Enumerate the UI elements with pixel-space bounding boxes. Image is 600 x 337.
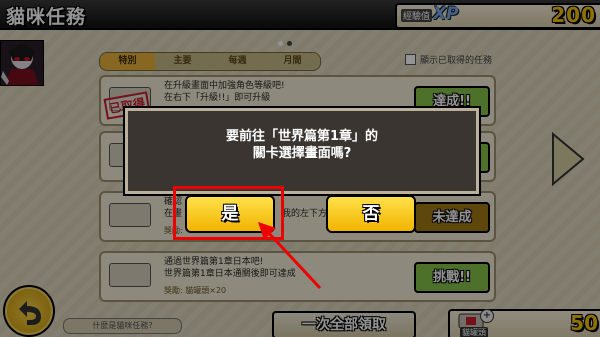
confirm-dialog: 要前往「世界篇第1章」的 關卡選擇畫面嗎? [125, 108, 479, 194]
no-button[interactable]: 否 [326, 195, 416, 233]
dialog-line: 關卡選擇畫面嗎? [252, 146, 352, 161]
screen: 貓咪任務 經驗值 XP 200 特別 主要 每週 月間 顯示已取得的任務 已取得… [0, 0, 600, 337]
dialog-message: 要前往「世界篇第1章」的 關卡選擇畫面嗎? [128, 128, 476, 162]
dialog-line: 要前往「世界篇第1章」的 [225, 129, 379, 144]
pointer-arrow-icon [258, 222, 322, 290]
